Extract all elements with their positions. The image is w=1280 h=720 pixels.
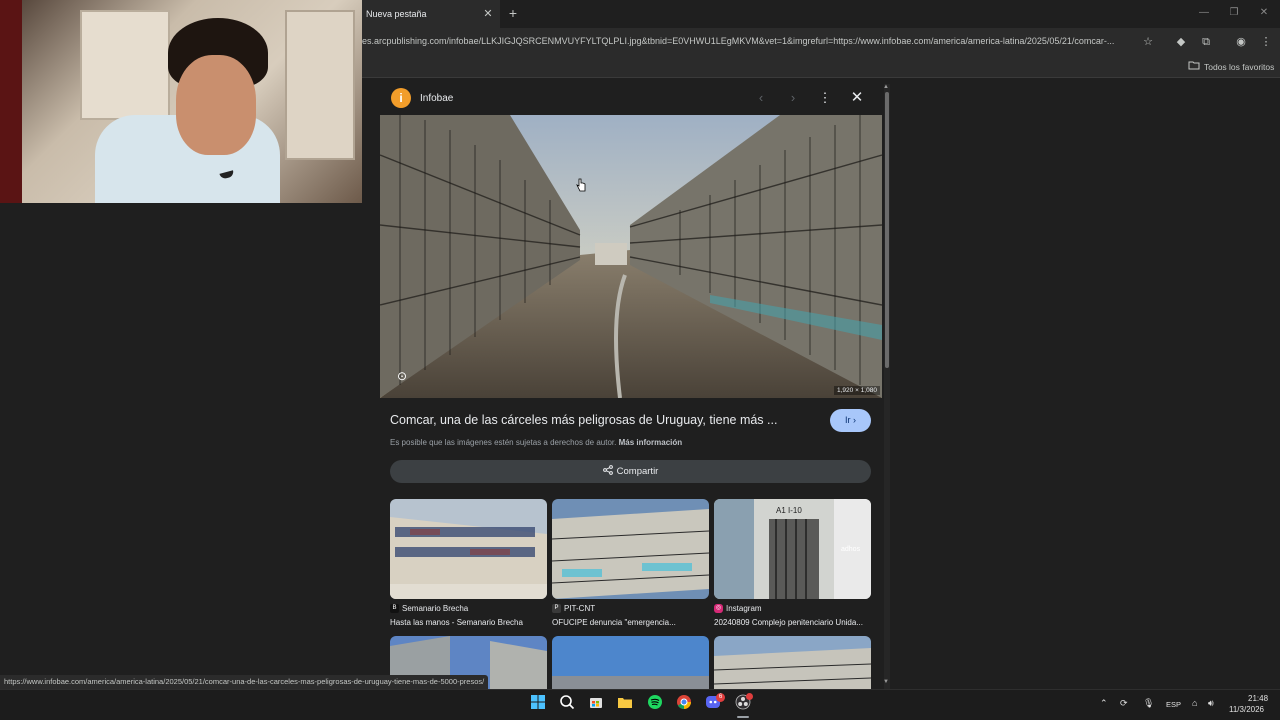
- related-image-1[interactable]: [390, 499, 547, 599]
- image-dimensions: 1,920 × 1,080: [834, 386, 880, 395]
- share-icon: [602, 465, 613, 478]
- source-name[interactable]: Infobae: [420, 93, 453, 104]
- url-field[interactable]: es.arcpublishing.com/infobae/LLKJIGJQSRC…: [362, 36, 1137, 50]
- more-options-icon[interactable]: ⋮: [817, 90, 833, 106]
- related-source-1[interactable]: B Semanario Brecha: [390, 604, 468, 613]
- tray-overflow-icon[interactable]: ⌃: [1100, 698, 1108, 709]
- copyright-notice: Es posible que las imágenes estén sujeta…: [390, 438, 850, 447]
- network-icon[interactable]: ⌂: [1192, 698, 1197, 708]
- visit-button[interactable]: Ir ›: [830, 409, 871, 432]
- share-label: Compartir: [616, 466, 659, 477]
- related-source-name: Semanario Brecha: [402, 604, 469, 613]
- microphone-icon[interactable]: 🎙︎: [1143, 698, 1154, 709]
- tab-new-tab[interactable]: Nueva pestaña: [362, 0, 500, 28]
- pitcnt-favicon-icon: P: [552, 604, 561, 613]
- share-button[interactable]: Compartir: [390, 460, 871, 483]
- search-icon[interactable]: [557, 694, 577, 714]
- recording-indicator-icon: [746, 693, 753, 700]
- bookmarks-bar: [362, 56, 1280, 78]
- minimize-icon[interactable]: —: [1196, 6, 1212, 20]
- related-source-name: PIT-CNT: [564, 604, 596, 613]
- clock-date[interactable]: 11/3/2026: [1229, 705, 1264, 714]
- hand-cursor-icon: [576, 178, 586, 192]
- related-title-1[interactable]: Hasta las manos - Semanario Brecha: [390, 618, 547, 627]
- brecha-favicon-icon: B: [390, 604, 399, 613]
- prev-image-icon[interactable]: ‹: [753, 90, 769, 106]
- visit-button-label: Ir: [844, 415, 851, 425]
- clock-time[interactable]: 21:48: [1248, 694, 1268, 703]
- all-bookmarks-link[interactable]: Todos los favoritos: [1204, 62, 1274, 72]
- store-icon[interactable]: [586, 694, 606, 714]
- lens-search-icon[interactable]: ⊙: [394, 368, 410, 384]
- volume-icon[interactable]: 🔊︎: [1208, 698, 1214, 709]
- related-source-name: Instagram: [726, 604, 762, 613]
- svg-text:A1 I-10: A1 I-10: [776, 506, 802, 515]
- taskbar: [0, 689, 1280, 720]
- link-status-bar: https://www.infobae.com/america/america-…: [0, 675, 489, 689]
- related-image-2[interactable]: [552, 499, 709, 599]
- active-app-indicator: [737, 716, 749, 718]
- spotify-icon[interactable]: [645, 694, 665, 714]
- sync-icon[interactable]: ⟳: [1120, 698, 1128, 709]
- next-image-icon[interactable]: ›: [785, 90, 801, 106]
- related-title-3[interactable]: 20240809 Complejo penitenciario Unida...: [714, 618, 871, 627]
- webcam-overlay: [0, 0, 362, 203]
- extensions-puzzle-icon[interactable]: ⧉: [1198, 34, 1214, 50]
- chevron-right-icon: ›: [853, 415, 856, 425]
- file-explorer-icon[interactable]: [615, 694, 635, 714]
- related-photo-watermark: adhos: [841, 546, 861, 553]
- close-panel-icon[interactable]: ✕: [849, 90, 865, 106]
- tab-title: Nueva pestaña: [366, 9, 427, 19]
- related-image-5[interactable]: [552, 636, 709, 690]
- language-indicator[interactable]: ESP: [1166, 700, 1181, 709]
- windows-start-icon[interactable]: [528, 694, 548, 714]
- more-info-link[interactable]: Más información: [619, 438, 683, 447]
- folder-icon: [1188, 60, 1202, 72]
- scrollbar-thumb[interactable]: [885, 92, 889, 368]
- chrome-icon[interactable]: [674, 694, 694, 714]
- infobae-logo[interactable]: i: [391, 88, 411, 108]
- scroll-up-icon[interactable]: ▲: [883, 84, 889, 90]
- profile-icon[interactable]: ◉: [1233, 34, 1249, 50]
- main-image[interactable]: [380, 115, 882, 398]
- bookmark-star-icon[interactable]: ☆: [1140, 34, 1156, 50]
- related-title-2[interactable]: OFUCIPE denuncia "emergencia...: [552, 618, 709, 627]
- related-image-6[interactable]: [714, 636, 871, 690]
- related-source-3[interactable]: ◎ Instagram: [714, 604, 762, 613]
- new-tab-button[interactable]: +: [505, 5, 521, 21]
- menu-kebab-icon[interactable]: ⋮: [1258, 34, 1274, 50]
- copyright-text: Es posible que las imágenes estén sujeta…: [390, 438, 617, 447]
- related-source-2[interactable]: P PIT-CNT: [552, 604, 595, 613]
- discord-badge: 6: [716, 693, 725, 702]
- instagram-favicon-icon: ◎: [714, 604, 723, 613]
- extension-icon[interactable]: ◆: [1173, 34, 1189, 50]
- related-image-3[interactable]: A1 I-10 adhos: [714, 499, 871, 599]
- restore-icon[interactable]: ❐: [1226, 6, 1242, 20]
- tab-close-icon[interactable]: ✕: [481, 7, 495, 21]
- close-window-icon[interactable]: ✕: [1256, 6, 1272, 20]
- scroll-down-icon[interactable]: ▼: [883, 679, 889, 685]
- image-title[interactable]: Comcar, una de las cárceles más peligros…: [390, 413, 810, 427]
